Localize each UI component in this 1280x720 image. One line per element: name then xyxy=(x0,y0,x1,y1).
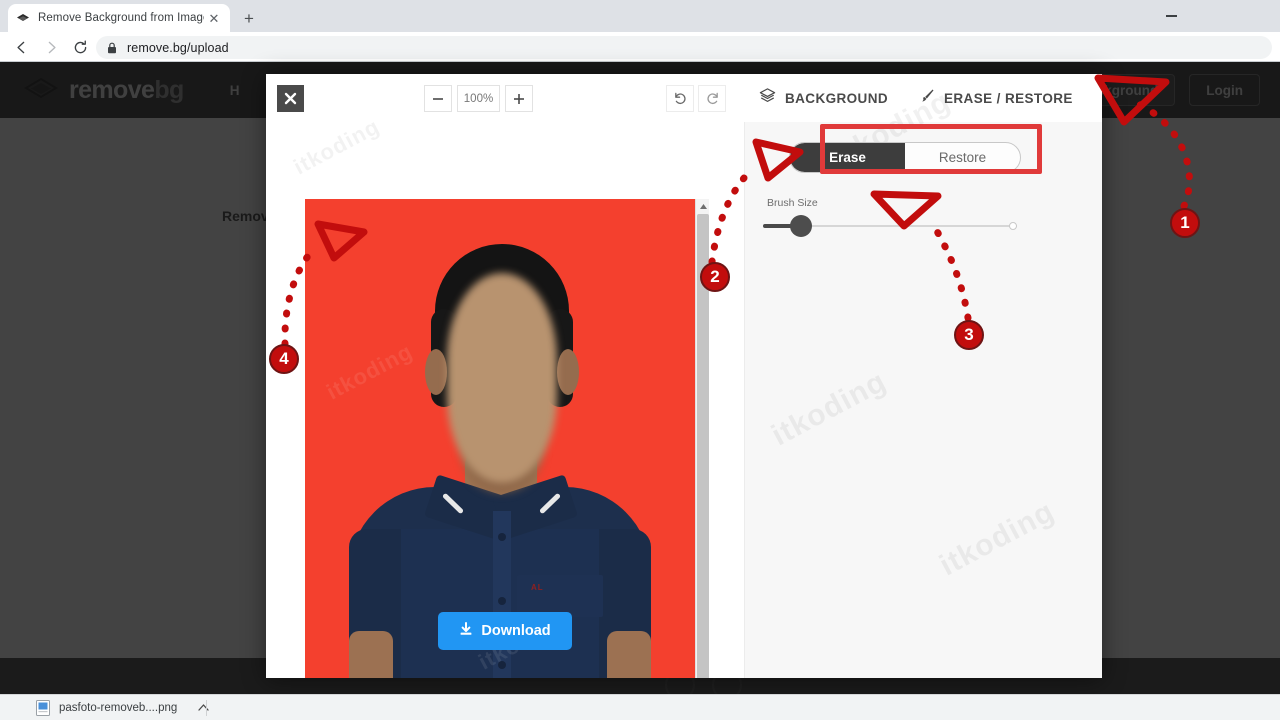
close-editor-button[interactable] xyxy=(277,85,304,112)
chevron-up-icon[interactable] xyxy=(198,702,209,714)
image-editor-modal: 100% BACKGROUND ERASE / RESTORE itkoding… xyxy=(266,74,1102,678)
zoom-out-button[interactable] xyxy=(424,85,452,112)
maximize-button[interactable] xyxy=(1193,0,1236,32)
download-icon xyxy=(459,622,473,640)
reload-icon[interactable] xyxy=(67,34,93,60)
slider-thumb[interactable] xyxy=(790,215,812,237)
new-tab-button[interactable]: + xyxy=(238,7,260,29)
photo-shirt-pocket xyxy=(517,575,603,617)
layers-icon xyxy=(759,87,776,109)
download-file-name: pasfoto-removeb....png xyxy=(59,702,178,714)
image-canvas[interactable]: AL itkoding itkoding xyxy=(305,199,695,678)
photo-shirt-button xyxy=(498,533,506,541)
photo-pocket-text: AL xyxy=(531,583,544,592)
browser-tab[interactable]: Remove Background from Image ✕ xyxy=(8,4,230,32)
zoom-controls: 100% xyxy=(424,85,533,112)
close-tab-icon[interactable]: ✕ xyxy=(206,10,222,26)
download-button[interactable]: Download xyxy=(438,612,572,650)
editor-header: 100% BACKGROUND ERASE / RESTORE xyxy=(266,74,1102,122)
photo-ear-left xyxy=(425,349,447,395)
browser-chrome: Remove Background from Image ✕ + remove.… xyxy=(0,0,1280,62)
brush-size-label: Brush Size xyxy=(767,197,818,209)
redo-icon[interactable] xyxy=(698,85,726,112)
watermark: itkoding xyxy=(766,364,892,453)
download-shelf-item[interactable]: pasfoto-removeb....png xyxy=(36,697,209,719)
watermark: itkoding xyxy=(934,494,1060,583)
photo-ear-right xyxy=(557,349,579,395)
address-bar[interactable]: remove.bg/upload xyxy=(96,36,1272,59)
history-controls xyxy=(666,85,726,112)
lock-icon xyxy=(107,42,118,54)
triangle-up-icon[interactable] xyxy=(696,199,710,213)
removebg-diamond-icon xyxy=(16,11,30,25)
image-file-icon xyxy=(36,700,50,716)
tab-erase-restore-label: ERASE / RESTORE xyxy=(944,90,1073,106)
window-controls xyxy=(1150,0,1280,32)
editor-options-pane: itkoding itkoding itkoding Erase Restore… xyxy=(744,85,1102,678)
close-window-button[interactable] xyxy=(1236,0,1279,32)
undo-icon[interactable] xyxy=(666,85,694,112)
photo-shirt-button xyxy=(498,597,506,605)
brush-size-slider[interactable] xyxy=(763,215,1017,237)
back-icon[interactable] xyxy=(8,34,34,60)
restore-segment[interactable]: Restore xyxy=(905,143,1020,172)
download-shelf: pasfoto-removeb....png xyxy=(0,694,1280,720)
erase-segment[interactable]: Erase xyxy=(790,143,905,172)
tab-title: Remove Background from Image xyxy=(38,12,204,24)
url-text: remove.bg/upload xyxy=(127,40,229,55)
erase-restore-toggle: Erase Restore xyxy=(789,142,1021,173)
tab-background-label: BACKGROUND xyxy=(785,90,888,106)
download-area: Download xyxy=(266,612,744,650)
photo-face xyxy=(447,273,557,483)
slider-track-end xyxy=(1009,222,1017,230)
tab-strip: Remove Background from Image ✕ + xyxy=(0,0,1280,32)
scrollbar-thumb[interactable] xyxy=(697,214,709,678)
zoom-in-button[interactable] xyxy=(505,85,533,112)
forward-icon[interactable] xyxy=(38,34,64,60)
slider-track-remaining xyxy=(801,225,1017,227)
watermark: itkoding xyxy=(289,113,384,180)
shelf-divider xyxy=(206,700,207,716)
canvas-scrollbar[interactable] xyxy=(695,199,709,678)
minimize-button[interactable] xyxy=(1150,0,1193,32)
zoom-level-value: 100% xyxy=(457,85,500,112)
tab-background[interactable]: BACKGROUND xyxy=(759,74,888,122)
browser-toolbar: remove.bg/upload xyxy=(0,32,1280,62)
editor-canvas-pane: itkoding AL itkoding Download xyxy=(266,114,744,678)
download-button-label: Download xyxy=(481,623,551,639)
